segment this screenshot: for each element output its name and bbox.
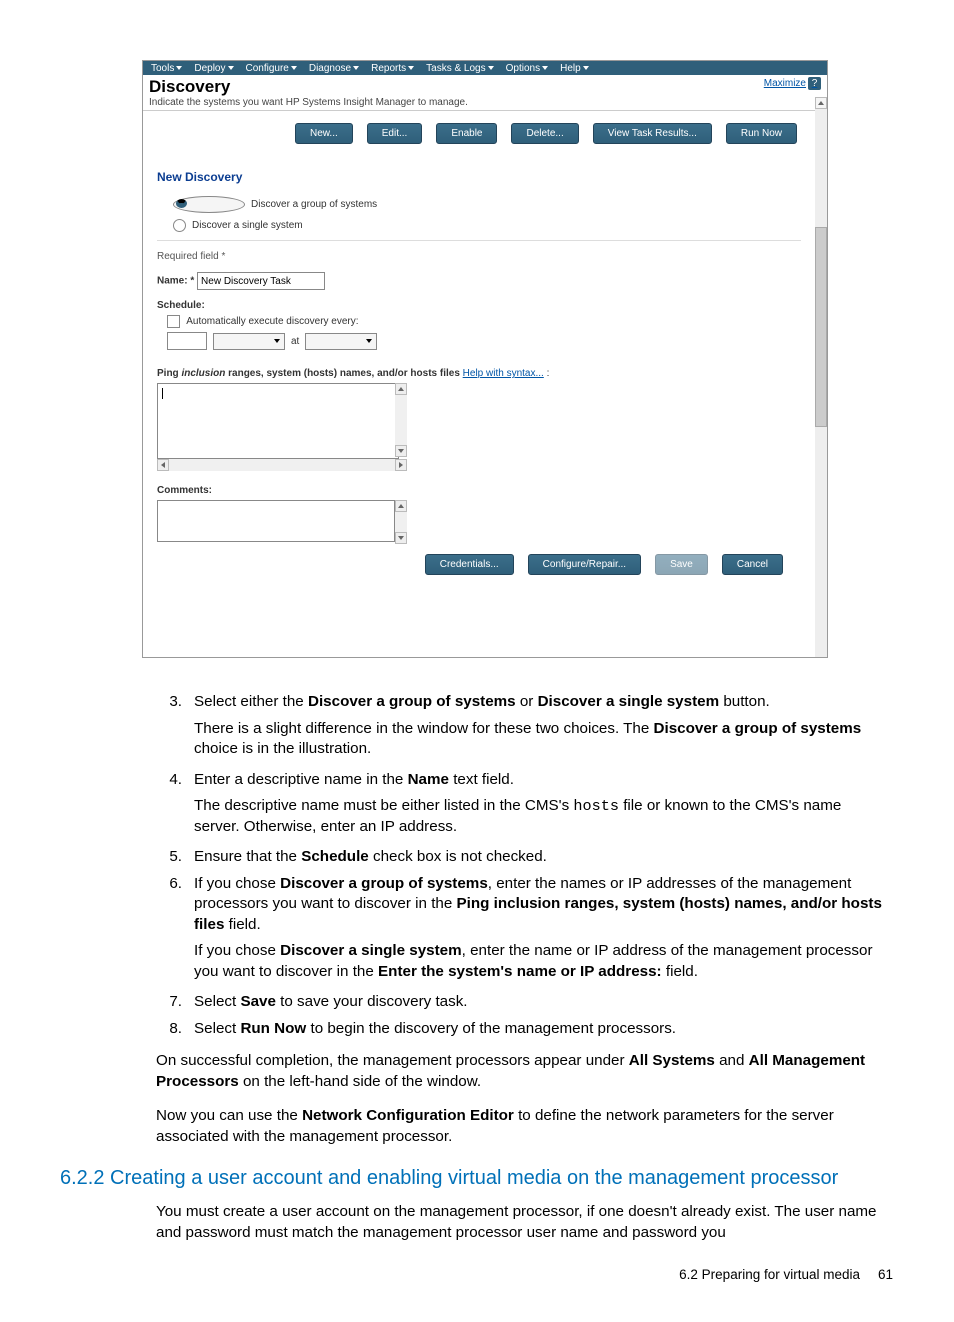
page-title: Discovery	[149, 77, 230, 97]
comments-textarea[interactable]	[157, 500, 395, 542]
interval-input[interactable]	[167, 332, 207, 350]
menu-diagnose[interactable]: Diagnose	[303, 63, 365, 74]
name-input[interactable]	[197, 272, 325, 290]
help-icon[interactable]: ?	[808, 77, 821, 90]
scroll-up-icon[interactable]	[395, 500, 407, 512]
comments-label: Comments:	[157, 485, 801, 496]
save-button[interactable]: Save	[655, 554, 708, 575]
schedule-label: Schedule:	[157, 300, 801, 311]
step-6: 6. If you chose Discover a group of syst…	[156, 874, 890, 983]
name-label: Name: *	[157, 276, 194, 287]
radio-group-systems[interactable]: Discover a group of systems	[173, 196, 815, 213]
credentials-button[interactable]: Credentials...	[425, 554, 514, 575]
scroll-up-icon[interactable]	[815, 97, 827, 109]
time-select[interactable]	[305, 333, 377, 350]
help-syntax-link[interactable]: Help with syntax...	[463, 368, 544, 379]
page-footer: 6.2 Preparing for virtual media 61	[72, 1267, 898, 1282]
chevron-down-icon	[176, 66, 182, 70]
menubar: Tools Deploy Configure Diagnose Reports …	[143, 61, 827, 75]
menu-tools[interactable]: Tools	[145, 63, 188, 74]
step-number: 6.	[156, 874, 182, 895]
menu-deploy[interactable]: Deploy	[188, 63, 239, 74]
step-number: 4.	[156, 770, 182, 791]
section-heading: 6.2.2 Creating a user account and enabli…	[60, 1167, 898, 1190]
document-body: 3. Select either the Discover a group of…	[156, 692, 890, 1147]
chevron-down-icon	[542, 66, 548, 70]
section-title: New Discovery	[157, 170, 815, 184]
scroll-right-icon[interactable]	[395, 459, 407, 471]
app-screenshot: Tools Deploy Configure Diagnose Reports …	[142, 60, 828, 658]
menu-configure[interactable]: Configure	[240, 63, 303, 74]
run-now-button[interactable]: Run Now	[726, 123, 797, 144]
step-number: 5.	[156, 847, 182, 868]
ping-label-italic: inclusion	[181, 368, 225, 379]
scroll-thumb[interactable]	[815, 227, 827, 427]
chevron-down-icon	[583, 66, 589, 70]
page-number: 61	[878, 1267, 898, 1282]
menu-label: Help	[560, 63, 581, 74]
paragraph-success: On successful completion, the management…	[156, 1051, 890, 1092]
page-subtitle: Indicate the systems you want HP Systems…	[143, 97, 827, 111]
chevron-down-icon	[353, 66, 359, 70]
menu-label: Reports	[371, 63, 406, 74]
chevron-down-icon	[228, 66, 234, 70]
text-cursor	[162, 388, 163, 399]
step-number: 3.	[156, 692, 182, 713]
required-field-note: Required field *	[157, 251, 801, 262]
maximize-label: Maximize	[764, 78, 806, 89]
chevron-down-icon	[408, 66, 414, 70]
configure-repair-button[interactable]: Configure/Repair...	[528, 554, 641, 575]
radio-icon	[173, 219, 186, 232]
step-3: 3. Select either the Discover a group of…	[156, 692, 890, 760]
menu-label: Options	[506, 63, 540, 74]
step-4: 4. Enter a descriptive name in the Name …	[156, 770, 890, 838]
radio-label: Discover a group of systems	[251, 199, 377, 210]
step-7: 7. Select Save to save your discovery ta…	[156, 992, 890, 1013]
scroll-down-icon[interactable]	[395, 532, 407, 544]
scroll-down-icon[interactable]	[395, 445, 407, 457]
scroll-left-icon[interactable]	[157, 459, 169, 471]
ping-label-a: Ping	[157, 368, 181, 379]
at-label: at	[291, 336, 299, 347]
maximize-link[interactable]: Maximize ?	[764, 77, 821, 90]
ping-label-b: ranges, system (hosts) names, and/or hos…	[225, 368, 462, 379]
menu-label: Diagnose	[309, 63, 351, 74]
radio-label: Discover a single system	[192, 220, 303, 231]
step-number: 8.	[156, 1019, 182, 1040]
delete-button[interactable]: Delete...	[511, 123, 578, 144]
menu-label: Configure	[246, 63, 289, 74]
menu-tasks-logs[interactable]: Tasks & Logs	[420, 63, 499, 74]
enable-button[interactable]: Enable	[436, 123, 497, 144]
interval-unit-select[interactable]	[213, 333, 285, 350]
menu-reports[interactable]: Reports	[365, 63, 420, 74]
menu-options[interactable]: Options	[500, 63, 554, 74]
paragraph-next: Now you can use the Network Configuratio…	[156, 1106, 890, 1147]
scroll-up-icon[interactable]	[395, 383, 407, 395]
ping-textarea[interactable]	[157, 383, 399, 459]
edit-button[interactable]: Edit...	[367, 123, 423, 144]
textarea-hscroll[interactable]	[157, 459, 407, 471]
radio-single-system[interactable]: Discover a single system	[173, 219, 815, 232]
menu-label: Deploy	[194, 63, 225, 74]
schedule-checkbox[interactable]	[167, 315, 180, 328]
chevron-down-icon	[488, 66, 494, 70]
panel-vscroll[interactable]	[815, 97, 827, 657]
section-body: You must create a user account on the ma…	[156, 1202, 890, 1243]
ping-colon: :	[544, 368, 550, 379]
comments-vscroll[interactable]	[395, 500, 407, 544]
menu-label: Tools	[151, 63, 174, 74]
step-number: 7.	[156, 992, 182, 1013]
auto-execute-label: Automatically execute discovery every:	[186, 316, 358, 327]
step-8: 8. Select Run Now to begin the discovery…	[156, 1019, 890, 1040]
footer-label: 6.2 Preparing for virtual media	[679, 1267, 860, 1282]
textarea-vscroll[interactable]	[395, 383, 407, 457]
menu-help[interactable]: Help	[554, 63, 595, 74]
radio-icon	[173, 196, 245, 213]
view-task-results-button[interactable]: View Task Results...	[593, 123, 712, 144]
menu-label: Tasks & Logs	[426, 63, 485, 74]
chevron-down-icon	[291, 66, 297, 70]
cancel-button[interactable]: Cancel	[722, 554, 783, 575]
new-button[interactable]: New...	[295, 123, 353, 144]
step-5: 5. Ensure that the Schedule check box is…	[156, 847, 890, 868]
